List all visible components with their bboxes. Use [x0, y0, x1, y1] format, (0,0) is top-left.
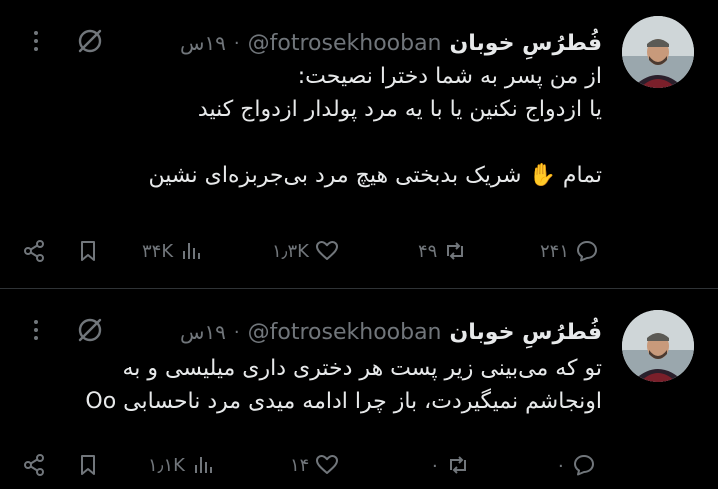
share-button[interactable]: [22, 448, 46, 482]
more-vertical-icon[interactable]: [26, 25, 46, 57]
author-handle[interactable]: @fotrosekhooban: [248, 320, 442, 345]
timestamp[interactable]: ۱۹س: [180, 31, 226, 55]
reposts-count: ۰: [430, 454, 440, 476]
tweet-text-line: از من پسر به شما دخترا نصیحت:: [297, 64, 602, 89]
avatar-image: [622, 310, 694, 382]
tweet-text: از من پسر به شما دخترا نصیحت: یا ازدواج …: [12, 60, 602, 192]
tweet-actions: ۳۴K ۱٫۳K ۴۹ ۲۴۱: [0, 234, 718, 268]
grok-icon[interactable]: [74, 314, 106, 346]
tweet-actions: ۱٫۱K ۱۴ ۰ ۰: [0, 448, 718, 482]
heart-icon: [316, 455, 339, 474]
like-button[interactable]: ۱٫۳K: [272, 234, 339, 268]
likes-count: ۱٫۳K: [272, 240, 309, 262]
repost-button[interactable]: ۰: [430, 448, 470, 482]
reply-button[interactable]: ۲۴۱: [540, 234, 599, 268]
views-count: ۱٫۱K: [148, 454, 185, 476]
repost-icon: [447, 242, 464, 260]
bookmark-button[interactable]: [76, 234, 100, 268]
author-name[interactable]: فُطرُسِ خوبان: [450, 320, 603, 345]
reply-button[interactable]: ۰: [556, 448, 596, 482]
views-button[interactable]: ۳۴K: [142, 234, 203, 268]
avatar-image: [622, 16, 694, 88]
author-name[interactable]: فُطرُسِ خوبان: [450, 31, 603, 56]
reply-icon: [573, 455, 594, 476]
views-count: ۳۴K: [142, 240, 174, 262]
bookmark-icon: [81, 455, 95, 475]
replies-count: ۰: [556, 454, 566, 476]
grok-icon[interactable]: [74, 25, 106, 57]
reposts-count: ۴۹: [418, 240, 438, 262]
separator-dot: ·: [233, 32, 240, 54]
tweet[interactable]: فُطرُسِ خوبان @fotrosekhooban · ۱۹س از م…: [0, 0, 718, 288]
tweet-text: تو که می‌بینی زیر پست هر دختری داری میلی…: [12, 352, 602, 418]
author-handle[interactable]: @fotrosekhooban: [248, 31, 442, 56]
bookmark-button[interactable]: [76, 448, 100, 482]
share-button[interactable]: [22, 234, 46, 268]
tweet-header: فُطرُسِ خوبان @fotrosekhooban · ۱۹س: [180, 317, 602, 347]
tweet-text-line: یا ازدواج نکنین یا با یه مرد پولدار ازدو…: [197, 97, 602, 122]
more-vertical-icon[interactable]: [26, 314, 46, 346]
avatar[interactable]: [622, 310, 694, 382]
avatar[interactable]: [622, 16, 694, 88]
reply-icon: [577, 241, 598, 262]
views-chart-icon: [183, 243, 201, 259]
replies-count: ۲۴۱: [540, 240, 570, 262]
share-icon: [24, 240, 44, 262]
tweet-text-line: اونجاشم نمیگیردت، باز چرا ادامه میدی مرد…: [85, 389, 602, 414]
tweet-header: فُطرُسِ خوبان @fotrosekhooban · ۱۹س: [180, 28, 602, 58]
tweet-text-line: تمام ✋ شریک بدبختی هیچ مرد بی‌جربزه‌ای ن…: [148, 163, 602, 188]
views-button[interactable]: ۱٫۱K: [148, 448, 215, 482]
tweet-text-line: تو که می‌بینی زیر پست هر دختری داری میلی…: [122, 356, 602, 381]
likes-count: ۱۴: [290, 454, 310, 476]
tweet-divider: [0, 288, 718, 289]
separator-dot: ·: [233, 321, 240, 343]
repost-button[interactable]: ۴۹: [418, 234, 467, 268]
heart-icon: [315, 241, 338, 260]
share-icon: [24, 454, 44, 476]
tweet-text-line: [12, 126, 602, 159]
like-button[interactable]: ۱۴: [290, 448, 339, 482]
repost-icon: [449, 456, 466, 474]
views-chart-icon: [194, 457, 212, 473]
timestamp[interactable]: ۱۹س: [180, 320, 226, 344]
bookmark-icon: [81, 241, 95, 261]
